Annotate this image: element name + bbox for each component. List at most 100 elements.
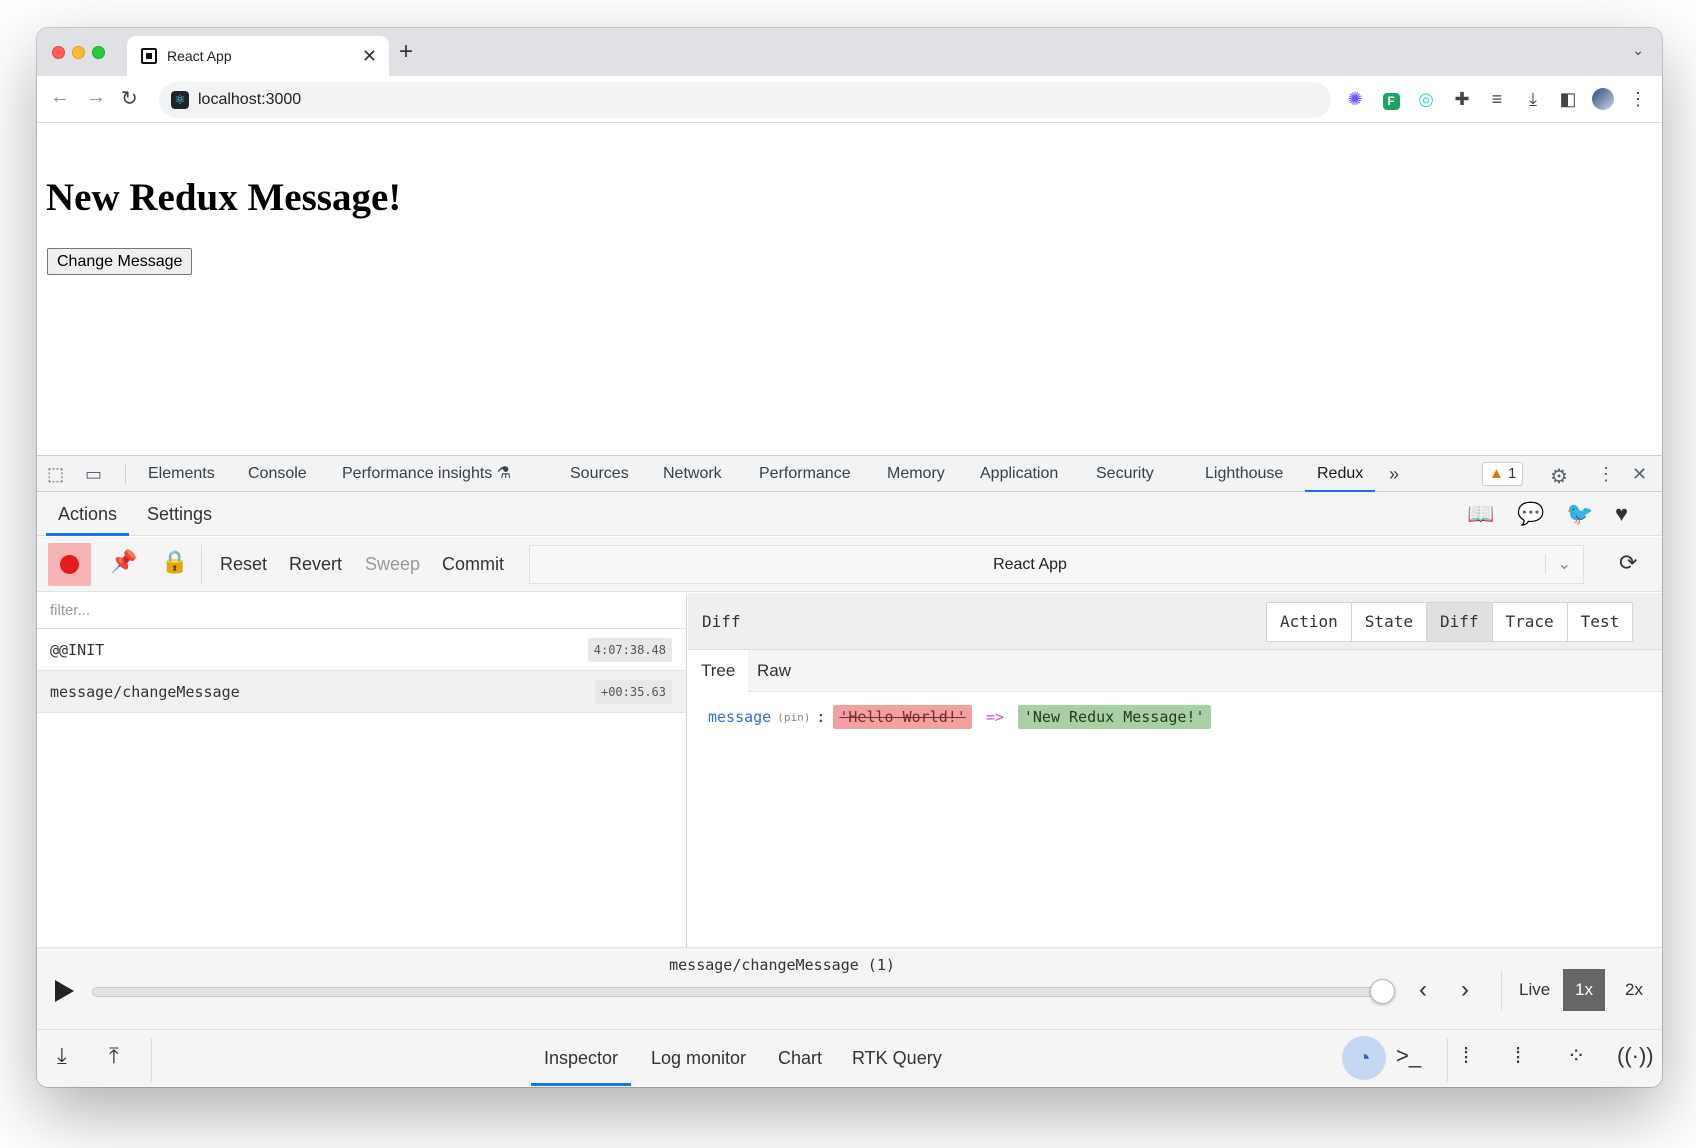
divider xyxy=(151,1038,152,1082)
devtools-tab-redux[interactable]: Redux xyxy=(1305,456,1376,492)
device-icon[interactable]: ▭ xyxy=(85,464,102,485)
change-message-button[interactable]: Change Message xyxy=(47,248,193,275)
dock-right-icon[interactable]: ⁞ xyxy=(1515,1043,1521,1069)
page-viewport: New Redux Message! Change Message xyxy=(37,123,1662,455)
tab-state[interactable]: State xyxy=(1350,603,1426,641)
close-window-button[interactable] xyxy=(52,46,65,59)
slider-handle[interactable] xyxy=(1370,979,1395,1004)
chevron-down-icon[interactable]: ⌄ xyxy=(1544,554,1571,574)
play-icon[interactable] xyxy=(55,980,74,1002)
list-item[interactable]: @@INIT 4:07:38.48 xyxy=(37,629,686,671)
more-tabs-icon[interactable]: » xyxy=(1389,456,1399,492)
tab-diff[interactable]: Diff xyxy=(1425,603,1492,641)
book-icon[interactable]: 📖 xyxy=(1467,501,1494,527)
address-bar[interactable]: ⚛ localhost:3000 xyxy=(159,82,1331,118)
tab-settings[interactable]: Settings xyxy=(135,492,224,536)
lock-icon[interactable]: 🔒 xyxy=(161,549,188,575)
new-tab-button[interactable]: + xyxy=(399,38,413,66)
speed-live-button[interactable]: Live xyxy=(1507,969,1562,1011)
terminal-icon[interactable]: >_ xyxy=(1396,1043,1421,1069)
extensions-puzzle-icon[interactable]: ✚ xyxy=(1451,88,1473,110)
sync-icon[interactable]: ⟳ xyxy=(1619,550,1637,576)
url-text[interactable]: localhost:3000 xyxy=(198,91,301,109)
flask-icon: ⚗ xyxy=(496,465,512,482)
tab-search-chevron-icon[interactable]: ⌄ xyxy=(1632,42,1644,59)
close-icon[interactable]: ✕ xyxy=(1632,464,1647,485)
pin-icon[interactable]: 📌 xyxy=(110,549,137,575)
filter-input[interactable]: filter... xyxy=(37,593,686,629)
diff-old-value: 'Hello World!' xyxy=(833,705,972,729)
download-icon[interactable]: ⤓ xyxy=(1522,88,1544,110)
pane-title: Diff xyxy=(702,612,741,631)
reset-button[interactable]: Reset xyxy=(210,543,277,586)
list-item[interactable]: message/changeMessage +00:35.63 xyxy=(37,671,686,713)
broadcast-icon[interactable]: ((·)) xyxy=(1617,1043,1654,1069)
reading-list-icon[interactable]: ≡ xyxy=(1486,88,1508,110)
back-arrow-icon[interactable]: ← xyxy=(50,86,70,109)
extension-puzzle-star-icon[interactable]: ✺ xyxy=(1344,88,1366,110)
tab-actions[interactable]: Actions xyxy=(46,492,130,536)
tab-chart[interactable]: Chart xyxy=(765,1030,835,1086)
devtools-tab-sources[interactable]: Sources xyxy=(570,456,629,492)
profile-avatar[interactable] xyxy=(1592,88,1614,110)
dock-left-icon[interactable]: ⁞ xyxy=(1463,1043,1469,1069)
dock-bottom-icon[interactable]: ⁘ xyxy=(1567,1043,1585,1069)
inspect-icon[interactable]: ⬚ xyxy=(47,464,64,485)
side-panel-icon[interactable]: ◧ xyxy=(1557,88,1579,110)
speed-1x-button[interactable]: 1x xyxy=(1563,969,1605,1011)
speed-2x-button[interactable]: 2x xyxy=(1613,969,1655,1011)
tab-test[interactable]: Test xyxy=(1566,603,1633,641)
extension-circle-icon[interactable]: ◎ xyxy=(1415,88,1437,110)
tab-inspector[interactable]: Inspector xyxy=(531,1030,632,1086)
remote-icon[interactable]: ◔ xyxy=(1342,1036,1386,1080)
issues-badge[interactable]: ▲ 1 xyxy=(1482,462,1524,486)
divider xyxy=(125,464,126,484)
devtools-tab-console[interactable]: Console xyxy=(248,456,307,492)
devtools-tab-bar: ⬚ ▭ Elements Console Performance insight… xyxy=(37,456,1662,492)
chevron-left-icon[interactable]: ‹ xyxy=(1419,976,1427,1004)
react-site-icon[interactable]: ⚛ xyxy=(171,91,189,109)
chevron-right-icon[interactable]: › xyxy=(1461,976,1469,1004)
chat-icon[interactable]: 💬 xyxy=(1517,501,1544,527)
devtools-tab-performance-insights[interactable]: Performance insights ⚗ xyxy=(342,456,511,492)
record-icon[interactable] xyxy=(48,543,91,586)
devtools-tab-performance[interactable]: Performance xyxy=(759,456,851,492)
tab-raw[interactable]: Raw xyxy=(744,650,804,692)
devtools-tab-network[interactable]: Network xyxy=(663,456,722,492)
devtools-tab-lighthouse[interactable]: Lighthouse xyxy=(1205,456,1283,492)
twitter-icon[interactable]: 🐦 xyxy=(1566,501,1593,527)
export-icon[interactable]: ⤒ xyxy=(109,1043,119,1069)
redux-header: Actions Settings 📖 💬 🐦 ♥ xyxy=(37,492,1662,536)
forward-arrow-icon[interactable]: → xyxy=(86,86,106,109)
tab-trace[interactable]: Trace xyxy=(1491,603,1567,641)
slider-track[interactable] xyxy=(92,987,1382,997)
devtools-tab-elements[interactable]: Elements xyxy=(148,456,215,492)
diff-colon: : xyxy=(816,708,826,726)
revert-button[interactable]: Revert xyxy=(279,543,352,586)
tab-log-monitor[interactable]: Log monitor xyxy=(638,1030,759,1086)
diff-key[interactable]: message xyxy=(708,708,771,726)
gear-icon[interactable]: ⚙ xyxy=(1550,464,1568,489)
diff-new-value: 'New Redux Message!' xyxy=(1017,705,1211,729)
kebab-icon[interactable]: ⋮ xyxy=(1597,464,1615,485)
tab-tree[interactable]: Tree xyxy=(688,650,749,692)
reload-icon[interactable]: ↻ xyxy=(121,86,138,111)
minimize-window-button[interactable] xyxy=(72,46,85,59)
sweep-button[interactable]: Sweep xyxy=(355,543,430,586)
tab-close-icon[interactable]: ✕ xyxy=(362,46,377,67)
tab-action[interactable]: Action xyxy=(1267,603,1351,641)
devtools-tab-security[interactable]: Security xyxy=(1096,456,1154,492)
tab-strip: React App ✕ + ⌄ xyxy=(37,28,1662,76)
commit-button[interactable]: Commit xyxy=(432,543,514,586)
pin-link[interactable]: (pin) xyxy=(777,711,810,724)
tab-rtk-query[interactable]: RTK Query xyxy=(839,1030,955,1086)
devtools-tab-memory[interactable]: Memory xyxy=(887,456,945,492)
extension-f-icon[interactable]: F xyxy=(1380,88,1402,110)
instance-selector[interactable]: React App ⌄ xyxy=(529,545,1584,584)
maximize-window-button[interactable] xyxy=(92,46,105,59)
devtools-tab-application[interactable]: Application xyxy=(980,456,1058,492)
browser-tab-react-app[interactable]: React App ✕ xyxy=(127,36,389,76)
heart-icon[interactable]: ♥ xyxy=(1615,501,1628,527)
browser-menu-kebab-icon[interactable]: ⋮ xyxy=(1627,88,1649,110)
import-icon[interactable]: ⤓ xyxy=(57,1043,67,1069)
